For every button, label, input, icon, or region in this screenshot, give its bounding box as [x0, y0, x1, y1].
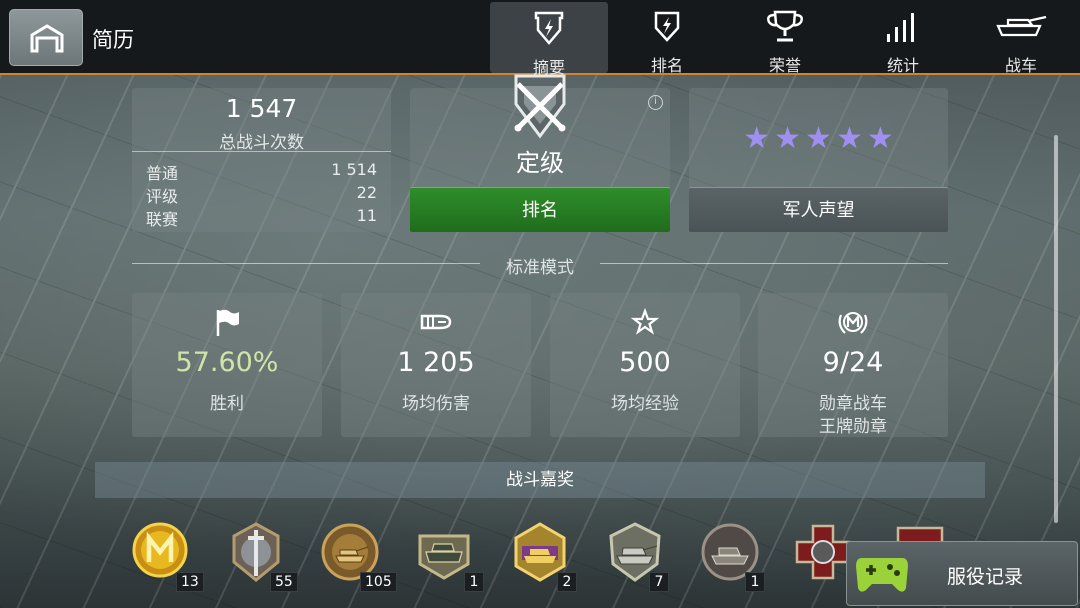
battle-type-row: 评级 22 [146, 183, 377, 206]
avg-xp-value: 500 [619, 347, 671, 378]
ranking-button[interactable]: 排名 [410, 187, 670, 232]
page-title: 简历 [92, 28, 134, 52]
battle-type-value: 11 [356, 206, 377, 225]
star-icon: ★ [835, 121, 863, 156]
garage-icon [30, 24, 64, 53]
mastery-badge-icon [758, 307, 948, 337]
flag-icon [132, 307, 322, 337]
stat-card-experience: 500 场均经验 [550, 293, 740, 437]
shield-swords-icon [608, 8, 726, 44]
mastery-label-line1: 勋章战车 [819, 394, 887, 414]
tab-label: 荣誉 [768, 56, 801, 75]
mastery-value: 9/24 [822, 347, 884, 378]
mode-label: 标准模式 [506, 258, 574, 278]
medal-count: 55 [270, 572, 298, 592]
medal-count: 2 [557, 572, 577, 592]
medal-count: 105 [360, 572, 397, 592]
tab-summary[interactable]: 摘要 [490, 2, 608, 77]
tab-label: 排名 [650, 56, 683, 75]
scrollbar[interactable] [1054, 135, 1058, 523]
stat-card-damage: 1 205 场均伤害 [341, 293, 531, 437]
battle-type-value: 22 [356, 183, 377, 202]
red-cross-medal-icon[interactable] [793, 522, 853, 582]
battle-type-value: 1 514 [331, 160, 377, 179]
tab-statistics[interactable]: 统计 [844, 0, 962, 75]
rank-panel: i 定级 排名 [410, 74, 670, 232]
shield-bolt-icon [490, 10, 608, 46]
avg-damage-label: 场均伤害 [402, 394, 470, 414]
shell-icon [341, 307, 531, 337]
battle-awards-header: 战斗嘉奖 [95, 462, 985, 498]
tab-vehicles[interactable]: 战车 [962, 0, 1080, 75]
reputation-panel: ★ ★ ★ ★ ★ 军人声望 [689, 88, 948, 232]
mode-divider-right [600, 263, 948, 264]
star-icon: ★ [805, 121, 832, 156]
tab-label: 统计 [886, 56, 919, 75]
battle-type-row: 联赛 11 [146, 206, 377, 229]
top-bar: 简历 摘要 排名 荣誉 统计 战车 [0, 0, 1080, 77]
mastery-label: 勋章战车 王牌勋章 [758, 393, 948, 439]
battle-type-row: 普通 1 514 [146, 160, 377, 183]
medal-count: 1 [464, 572, 484, 592]
total-battles-value: 1 547 [225, 94, 298, 123]
tank-icon [962, 8, 1080, 44]
gamepad-icon [856, 558, 908, 592]
bar-chart-icon [844, 8, 962, 44]
garage-button[interactable] [9, 9, 83, 66]
rank-title: 定级 [516, 149, 564, 177]
tab-bar: 摘要 排名 荣誉 统计 战车 [490, 0, 1080, 77]
total-battles-label: 总战斗次数 [219, 133, 304, 153]
star-icon: ★ [743, 121, 771, 156]
tab-honors[interactable]: 荣誉 [726, 0, 844, 75]
tab-label: 战车 [1004, 56, 1037, 75]
soldier-reputation-button[interactable]: 军人声望 [689, 187, 948, 232]
stat-card-wins: 57.60% 胜利 [132, 293, 322, 437]
medal-count: 7 [649, 572, 669, 592]
win-rate-value: 57.60% [175, 347, 279, 378]
star-outline-icon [550, 307, 740, 337]
mode-divider-left [132, 263, 480, 264]
service-record-button[interactable]: 服役记录 [846, 541, 1078, 606]
win-rate-label: 胜利 [210, 394, 244, 414]
battle-type-label: 联赛 [146, 210, 179, 229]
service-record-label: 服役记录 [947, 566, 1024, 588]
star-icon: ★ [866, 121, 894, 156]
avg-damage-value: 1 205 [397, 347, 475, 378]
stat-card-mastery: 9/24 勋章战车 王牌勋章 [758, 293, 948, 437]
battle-type-label: 普通 [146, 164, 179, 183]
rank-emblem-icon [514, 74, 566, 139]
battle-type-label: 评级 [146, 187, 179, 206]
avg-xp-label: 场均经验 [611, 394, 679, 414]
medal-count: 1 [745, 572, 765, 592]
mastery-label-line2: 王牌勋章 [819, 417, 887, 437]
info-icon[interactable]: i [648, 95, 663, 110]
tab-ranking[interactable]: 排名 [608, 0, 726, 75]
battles-panel: 1 547 总战斗次数 普通 1 514 评级 22 联赛 11 [132, 88, 391, 232]
medal-count: 13 [176, 572, 204, 592]
divider [132, 151, 391, 152]
trophy-icon [726, 8, 844, 44]
reputation-stars: ★ ★ ★ ★ ★ [689, 124, 948, 154]
star-icon: ★ [774, 121, 802, 156]
